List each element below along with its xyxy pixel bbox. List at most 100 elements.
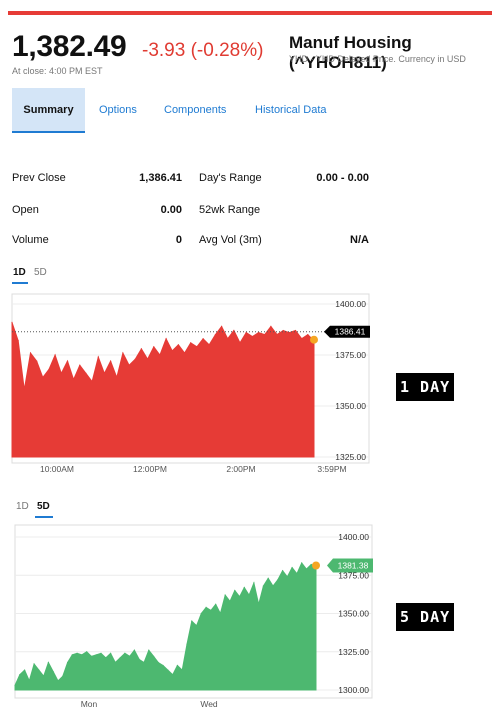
chart-1d-y-tick: 1350.00 bbox=[335, 401, 366, 411]
one-day-label: 1 DAY bbox=[396, 373, 455, 401]
chart-5d-point bbox=[210, 609, 212, 612]
chart-5d-y-tick: 1350.00 bbox=[338, 609, 369, 619]
chart-5d-point bbox=[28, 680, 30, 682]
chart-5d-point bbox=[153, 655, 155, 657]
chart-5d-point bbox=[215, 603, 217, 605]
chart-5d-point bbox=[14, 684, 16, 687]
chart-1d-point bbox=[66, 360, 69, 362]
chart-1d-y-tick: 1325.00 bbox=[335, 452, 366, 462]
chart-5d-point bbox=[286, 576, 288, 578]
chart-5d-point bbox=[81, 654, 83, 656]
chart-5d-point bbox=[110, 652, 112, 654]
five-day-label: 5 DAY bbox=[396, 603, 455, 631]
chart-1d-x-tick: 3:59PM bbox=[317, 464, 346, 474]
chart-5d-point bbox=[258, 603, 260, 605]
chart-5d-point bbox=[95, 654, 97, 656]
chart-5d-point bbox=[277, 579, 279, 581]
chart-5d-point bbox=[105, 657, 107, 659]
chart-5d-point bbox=[172, 674, 174, 676]
chart-5d-point bbox=[100, 652, 102, 654]
chart-1d-point bbox=[140, 348, 142, 350]
chart-5d-point bbox=[133, 649, 135, 651]
chart-5d-point bbox=[90, 655, 92, 657]
chart-5d-y-tick: 1400.00 bbox=[338, 532, 369, 542]
chart-1d-point bbox=[73, 378, 75, 381]
chart-1d-x-tick: 10:00AM bbox=[40, 464, 74, 474]
chart-5d-point bbox=[176, 664, 178, 667]
chart-1d-point bbox=[196, 346, 198, 348]
chart-1d-point bbox=[23, 389, 25, 391]
chart-5d-point bbox=[57, 680, 59, 682]
chart-5d-point bbox=[76, 652, 78, 654]
chart-5d-point bbox=[138, 658, 140, 661]
chart-1d-point bbox=[184, 352, 186, 354]
chart-5d-point bbox=[167, 669, 169, 671]
chart-5d-point bbox=[143, 661, 145, 664]
chart-5d-point bbox=[229, 600, 231, 602]
chart-1d-point bbox=[221, 325, 223, 327]
chart-1d-point bbox=[165, 338, 167, 340]
chart-5d-point bbox=[200, 612, 202, 615]
chart-1d-point bbox=[227, 338, 229, 340]
chart-1d-point bbox=[85, 372, 87, 374]
chart-1d-point bbox=[54, 354, 56, 356]
chart-1d-point bbox=[177, 344, 179, 346]
chart-5d-point bbox=[234, 589, 236, 592]
chart-5d-y-tick: 1300.00 bbox=[338, 685, 369, 695]
chart-5d-point bbox=[291, 567, 293, 569]
chart-1d-point bbox=[202, 338, 204, 340]
chart-1d-point bbox=[239, 342, 241, 344]
chart-5d-point bbox=[191, 620, 193, 622]
chart-5d-point bbox=[129, 655, 131, 657]
chart-5d-point bbox=[24, 669, 26, 671]
chart-1d-y-tick: 1375.00 bbox=[335, 350, 366, 360]
chart-1d-point bbox=[282, 329, 284, 332]
chart-5d-point bbox=[282, 570, 284, 572]
chart-5d-point bbox=[181, 669, 183, 671]
chart-1d-point bbox=[251, 336, 253, 338]
chart-5d-point bbox=[71, 654, 73, 656]
chart-1d-point bbox=[233, 329, 235, 332]
chart-5d-point bbox=[301, 562, 303, 564]
chart-1d-point bbox=[264, 334, 266, 336]
chart-1d-point bbox=[153, 346, 155, 348]
chart-5d-y-tick: 1325.00 bbox=[338, 647, 369, 657]
chart-5d-point bbox=[272, 585, 274, 587]
chart-5d-point bbox=[47, 661, 50, 664]
chart-1d-point bbox=[60, 372, 62, 374]
chart-1d-prev-close-tag: 1386.41 bbox=[324, 325, 370, 338]
chart-5d-point bbox=[262, 585, 264, 587]
chart-5d-point bbox=[114, 661, 116, 664]
chart-5d-point bbox=[86, 651, 88, 653]
chart-5d-last-marker bbox=[312, 561, 320, 570]
chart-1d-point bbox=[11, 321, 13, 323]
chart-5d-point bbox=[52, 671, 54, 673]
chart-1d-point bbox=[36, 360, 38, 362]
chart-5d-point bbox=[157, 661, 159, 664]
chart-1d-point bbox=[276, 334, 278, 336]
chart-5d-point bbox=[38, 669, 40, 671]
chart-1d-point bbox=[122, 352, 124, 354]
chart-1d-point bbox=[42, 376, 44, 378]
chart-5d-point bbox=[162, 664, 164, 667]
chart-1d-prev-close-value: 1386.41 bbox=[335, 327, 366, 337]
chart-5d-point bbox=[305, 568, 307, 570]
chart-1d-point bbox=[79, 364, 81, 366]
chart-1d-area bbox=[11, 322, 315, 458]
chart-5d-point bbox=[239, 596, 241, 598]
chart-5d-point bbox=[62, 675, 64, 677]
chart-1d-point bbox=[103, 372, 105, 374]
chart-5d-point bbox=[43, 675, 45, 677]
chart-5d-point bbox=[67, 661, 69, 664]
chart-5d-point bbox=[224, 594, 226, 596]
chart-1d-y-tick: 1400.00 bbox=[335, 299, 366, 309]
chart-1d-point bbox=[171, 350, 173, 352]
chart-1d-point bbox=[17, 340, 19, 342]
chart-5d-point bbox=[253, 582, 255, 584]
chart-5d-point bbox=[248, 594, 250, 596]
chart-1d-point bbox=[134, 358, 136, 360]
chart-1d-point bbox=[147, 358, 149, 360]
chart-5d-last-value: 1381.38 bbox=[338, 560, 369, 570]
chart-5d-point bbox=[310, 563, 312, 566]
chart-5d-point bbox=[219, 612, 221, 615]
